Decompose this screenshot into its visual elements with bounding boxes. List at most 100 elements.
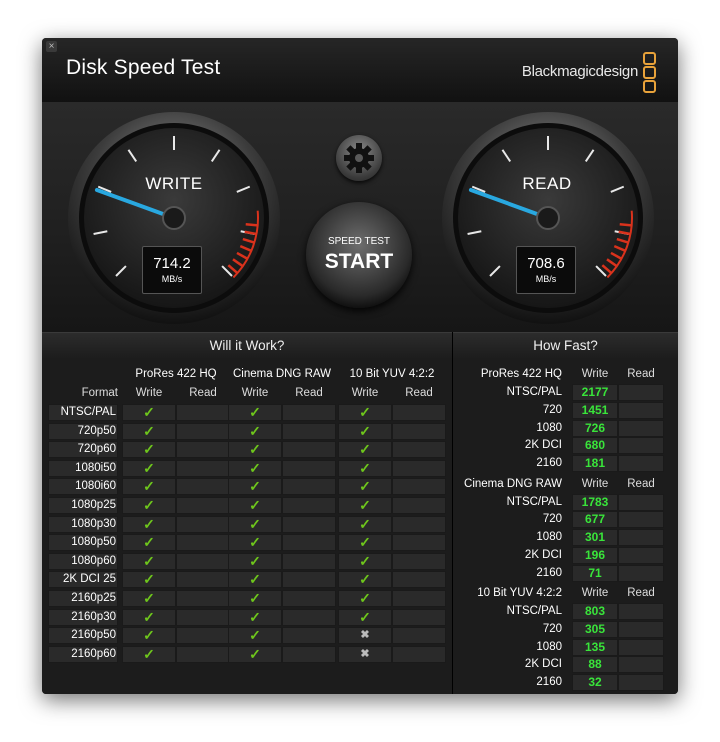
how-fast-codec-header: Cinema DNG RAW [464,477,562,490]
how-fast-read-header: Read [627,368,655,380]
brand-name: Blackmagicdesign [521,63,638,80]
read-cell [392,478,446,496]
check-icon: ✓ [249,515,261,532]
how-fast-format-label: NTSC/PAL [506,495,562,508]
how-fast-write-value: 32 [588,675,602,690]
read-cell [282,478,336,496]
read-cell [176,441,230,459]
how-fast-write-value: 1451 [581,402,609,417]
check-icon: ✓ [359,497,371,513]
write-gauge [68,112,280,324]
how-fast-write-value: 677 [584,512,606,527]
how-fast-write-value: 71 [588,565,602,580]
read-cell [176,459,230,477]
read-cell [392,422,446,440]
how-fast-format-label: 1080 [536,421,562,434]
how-fast-format-label: 720 [542,513,562,526]
codec-header: 10 Bit YUV 4:2:2 [349,368,435,380]
read-cell [392,608,446,626]
read-cell [282,571,336,589]
check-icon: ✓ [143,404,155,420]
check-icon: ✓ [359,478,371,495]
write-speed-readout: 714.2 MB/s [142,246,202,294]
format-label: 2K DCI 25 [62,573,116,586]
how-fast-write-value: 305 [584,621,606,636]
read-cell [392,515,446,533]
how-fast-write-value: 135 [584,639,606,654]
read-cell [392,645,446,663]
how-fast-write-value: 803 [584,604,606,618]
how-fast-read-cell [618,384,664,401]
read-cell [282,627,336,645]
how-fast-codec-header: ProRes 422 HQ [480,368,562,380]
read-speed-value: 708.6 [527,255,565,272]
check-icon: ✓ [359,552,371,569]
fail-x-icon: ✖ [360,647,370,660]
write-col-header: Write [135,387,163,399]
how-fast-format-label: 1080 [536,531,562,544]
settings-button[interactable] [336,135,382,181]
read-cell [282,515,336,533]
format-label: 720p50 [77,424,116,437]
check-icon: ✓ [143,459,155,476]
how-fast-read-cell [618,511,664,529]
format-label: 1080p25 [71,499,116,511]
read-cell [392,459,446,477]
check-icon: ✓ [359,459,371,476]
check-icon: ✓ [143,534,155,551]
how-fast-read-cell [618,638,664,656]
read-cell [282,404,336,421]
check-icon: ✓ [249,441,261,458]
how-fast-read-cell [618,546,664,564]
start-button-label: START [324,250,394,273]
read-col-header: Read [295,387,323,399]
how-fast-write-header: Write [581,477,609,490]
read-cell [392,404,446,421]
will-it-work-header: Will it Work? [42,332,452,359]
read-cell [176,627,230,645]
how-fast-read-cell [618,674,664,692]
check-icon: ✓ [359,608,371,625]
read-cell [282,459,336,477]
read-cell [282,441,336,459]
start-button[interactable]: SPEED TEST START [306,202,412,308]
how-fast-read-cell [618,656,664,674]
write-gauge-needle-hub [162,206,186,230]
check-icon: ✓ [143,627,155,644]
how-fast-write-value: 1783 [581,494,609,509]
fail-x-icon: ✖ [360,629,370,642]
check-icon: ✓ [249,590,261,606]
read-col-header: Read [405,387,433,399]
close-button[interactable]: × [46,41,57,52]
check-icon: ✓ [249,534,261,551]
format-label: 2160p60 [71,647,116,660]
check-icon: ✓ [359,441,371,458]
check-icon: ✓ [143,645,155,662]
gauge-panel: WRITE READ 714.2 MB/s 708.6 MB/s SPEED T… [42,102,678,332]
how-fast-format-label: 2K DCI [524,439,562,452]
how-fast-read-cell [618,493,664,511]
write-gauge-label: WRITE [145,174,203,193]
check-icon: ✓ [249,552,261,569]
how-fast-format-label: 720 [542,403,562,416]
how-fast-read-cell [618,564,664,582]
check-icon: ✓ [143,608,155,625]
how-fast-format-label: 720 [542,622,562,635]
how-fast-write-value: 301 [584,530,606,545]
how-fast-format-label: 2160 [536,457,562,470]
format-label: 720p60 [77,443,116,456]
read-cell [392,590,446,607]
check-icon: ✓ [143,590,155,606]
read-gauge-label: READ [522,174,572,193]
read-cell [392,571,446,589]
how-fast-write-value: 726 [584,420,606,435]
how-fast-read-header: Read [627,477,655,490]
check-icon: ✓ [143,478,155,495]
how-fast-write-value: 196 [584,547,606,562]
read-cell [392,552,446,570]
how-fast-read-cell [618,603,664,620]
check-icon: ✓ [359,422,371,439]
read-gauge-redline-tick [619,223,632,227]
write-speed-value: 714.2 [153,255,191,272]
how-fast-read-cell [618,419,664,437]
